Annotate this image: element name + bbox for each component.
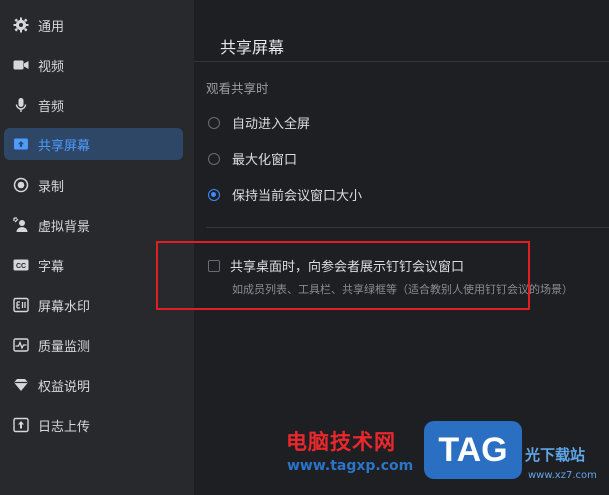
radio-keep-window-size[interactable]: 保持当前会议窗口大小: [208, 185, 362, 204]
svg-text:CC: CC: [16, 263, 26, 270]
radio-auto-fullscreen[interactable]: 自动进入全屏: [208, 113, 310, 132]
watermark-site-name: 电脑技术网: [286, 430, 396, 454]
radio-maximize-window[interactable]: 最大化窗口: [208, 149, 297, 168]
radio-button[interactable]: [208, 152, 220, 165]
sidebar-item-label: 通用: [38, 19, 65, 35]
captions-icon: CC: [12, 256, 30, 274]
sidebar-item-label: 日志上传: [38, 419, 91, 435]
quality-monitor-icon: [12, 336, 30, 354]
diamond-icon: [12, 376, 30, 394]
virtual-background-icon: [12, 216, 30, 234]
highlight-annotation: [156, 241, 530, 310]
sidebar-item-label: 权益说明: [38, 379, 91, 395]
watermark-url: www.tagxp.com: [287, 458, 414, 474]
sidebar-item-label: 虚拟背景: [38, 219, 91, 235]
sidebar-item-label: 字幕: [38, 259, 65, 275]
sidebar-item-record[interactable]: 录制: [4, 169, 183, 201]
sidebar-item-label: 录制: [38, 179, 65, 195]
section-divider: [206, 227, 609, 228]
record-icon: [12, 176, 30, 194]
sidebar-item-benefits[interactable]: 权益说明: [4, 369, 183, 401]
radio-button[interactable]: [208, 116, 220, 129]
watermark-side-text: 光下载站: [525, 446, 586, 464]
sidebar-item-label: 共享屏幕: [38, 138, 91, 154]
sidebar-item-label: 质量监测: [38, 339, 91, 355]
sidebar-item-audio[interactable]: 音频: [4, 89, 183, 121]
radio-button-checked[interactable]: [208, 188, 220, 201]
video-camera-icon: [12, 56, 30, 74]
title-divider: [194, 61, 609, 62]
sidebar-item-label: 视频: [38, 59, 65, 75]
sidebar-item-label: 屏幕水印: [38, 299, 91, 315]
sidebar-item-label: 音频: [38, 99, 65, 115]
upload-icon: [12, 416, 30, 434]
sidebar-item-general[interactable]: 通用: [4, 9, 183, 41]
section-label: 观看共享时: [206, 81, 269, 96]
radio-label: 自动进入全屏: [232, 117, 311, 132]
sidebar-item-virtual-background[interactable]: 虚拟背景: [4, 209, 183, 241]
radio-label: 最大化窗口: [232, 153, 298, 168]
radio-label: 保持当前会议窗口大小: [232, 189, 363, 204]
watermark-icon: [12, 296, 30, 314]
gear-icon: [12, 16, 30, 34]
sidebar-item-log-upload[interactable]: 日志上传: [4, 409, 183, 441]
watermark-side-url: www.xz7.com: [528, 470, 597, 481]
share-screen-icon: [12, 135, 30, 153]
watermark-tag-logo: TAG: [424, 421, 522, 479]
sidebar-item-video[interactable]: 视频: [4, 49, 183, 81]
sidebar-item-quality-monitor[interactable]: 质量监测: [4, 329, 183, 361]
microphone-icon: [12, 96, 30, 114]
sidebar-item-share-screen[interactable]: 共享屏幕: [4, 128, 183, 160]
page-title: 共享屏幕: [220, 38, 285, 57]
